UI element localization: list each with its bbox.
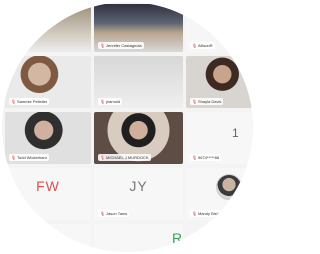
- participant-tile-11[interactable]: 🎙 Mandy Bishop: [186, 168, 252, 220]
- participant-name: AllisonR: [198, 43, 213, 48]
- muted-mic-icon: 🎙: [100, 42, 106, 48]
- muted-mic-icon: 🎙: [192, 98, 198, 104]
- participant-tile-10[interactable]: JY 🎙 Jason Tams: [94, 168, 183, 220]
- video-grid-view: 🎙 Jennifer Castagnola 🎙 AllisonR 🎙 Sammi…: [2, 2, 253, 252]
- participant-tile-1[interactable]: [17, 4, 91, 52]
- participant-tile-7[interactable]: 🎙 Todd Wickerham: [5, 112, 91, 164]
- participant-initials: FW: [36, 178, 60, 194]
- muted-mic-icon: 🎙: [100, 154, 106, 160]
- participant-name: MICHAEL J MURDOCK: [106, 155, 149, 160]
- participant-video: [17, 4, 91, 52]
- participant-tile-12[interactable]: FW: [5, 168, 91, 220]
- participant-tile-6[interactable]: 🎙 Shayla Davis: [186, 56, 252, 108]
- participant-tile-13[interactable]: N: [5, 224, 91, 252]
- participant-name-tag: 🎙 5674*****88: [190, 154, 222, 161]
- participant-name: Jason Tams: [106, 211, 128, 216]
- participant-initials: JY: [129, 178, 148, 194]
- participant-tile-number: 1: [232, 126, 239, 140]
- participant-initials: RS: [172, 230, 183, 246]
- participant-name: 5674*****88: [198, 155, 220, 160]
- muted-mic-icon: 🎙: [11, 98, 17, 104]
- participant-name: jnarnold: [106, 99, 121, 104]
- participant-initials: N: [41, 230, 53, 246]
- muted-mic-icon: 🎙: [11, 154, 17, 160]
- participant-name-tag: 🎙 Mandy Bishop: [190, 210, 226, 217]
- muted-mic-icon: 🎙: [192, 42, 198, 48]
- participant-tile-5[interactable]: 🎙 jnarnold: [94, 56, 183, 108]
- participant-name: Todd Wickerham: [17, 155, 47, 160]
- muted-mic-icon: 🎙: [100, 98, 106, 104]
- participant-name-tag: 🎙 Shayla Davis: [190, 98, 224, 105]
- participant-grid: 🎙 Jennifer Castagnola 🎙 AllisonR 🎙 Sammi…: [2, 2, 253, 252]
- participant-tile-4[interactable]: 🎙 Sammie Pelletier: [5, 56, 91, 108]
- participant-tile-3[interactable]: 🎙 AllisonR: [186, 4, 252, 52]
- participant-name-tag: 🎙 MICHAEL J MURDOCK: [98, 154, 151, 161]
- participant-name: Jennifer Castagnola: [106, 43, 142, 48]
- participant-name-tag: 🎙 Jason Tams: [98, 210, 130, 217]
- muted-mic-icon: 🎙: [192, 210, 198, 216]
- participant-name: Sammie Pelletier: [17, 99, 48, 104]
- participant-name-tag: 🎙 AllisonR: [190, 42, 215, 49]
- participant-name-tag: 🎙 Jennifer Castagnola: [98, 42, 144, 49]
- participant-name: Mandy Bishop: [198, 211, 224, 216]
- participant-name-tag: 🎙 Sammie Pelletier: [9, 98, 50, 105]
- muted-mic-icon: 🎙: [192, 154, 198, 160]
- participant-name-tag: 🎙 Todd Wickerham: [9, 154, 49, 161]
- muted-mic-icon: 🎙: [100, 210, 106, 216]
- participant-tile-8[interactable]: 🎙 MICHAEL J MURDOCK: [94, 112, 183, 164]
- participant-tile-9[interactable]: 1 🎙 5674*****88: [186, 112, 252, 164]
- participant-tile-14[interactable]: RS: [94, 224, 183, 252]
- participant-tile-2[interactable]: 🎙 Jennifer Castagnola: [94, 4, 183, 52]
- participant-avatar: [216, 174, 242, 200]
- participant-name-tag: 🎙 jnarnold: [98, 98, 123, 105]
- participant-name: Shayla Davis: [198, 99, 222, 104]
